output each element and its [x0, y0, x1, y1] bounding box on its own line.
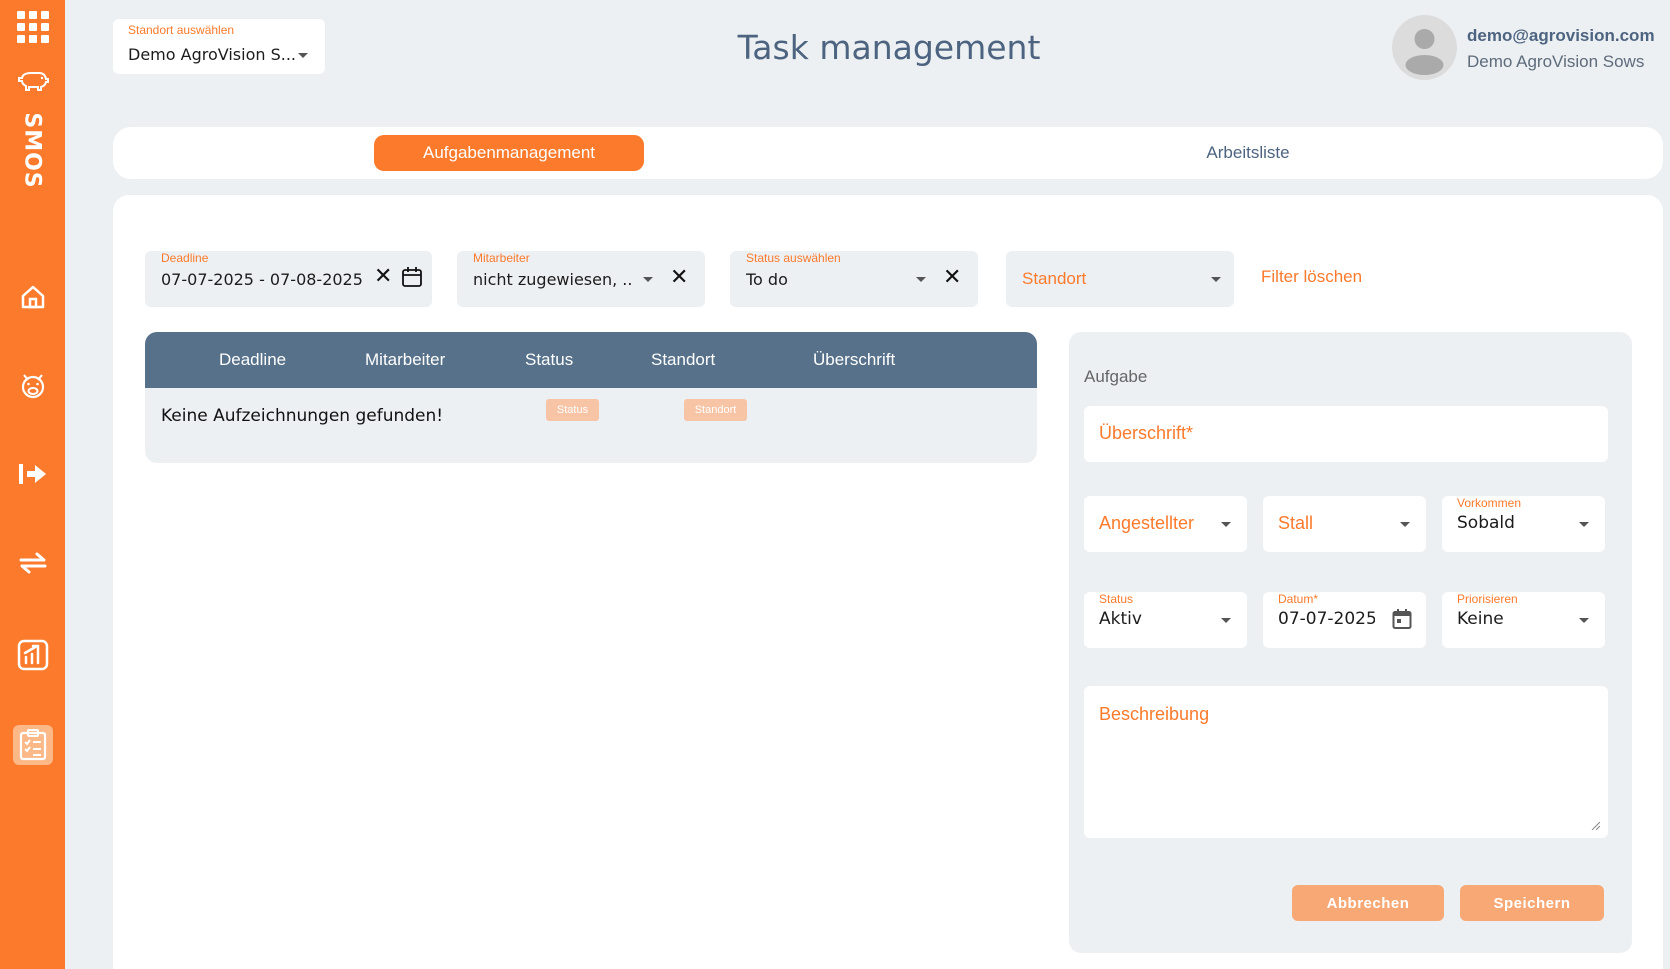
pig-icon[interactable]	[0, 66, 65, 96]
resize-handle-icon[interactable]	[1590, 820, 1600, 830]
clear-filters-link[interactable]: Filter löschen	[1261, 267, 1362, 287]
column-header-status[interactable]: Status	[525, 350, 573, 370]
column-header-location[interactable]: Standort	[651, 350, 715, 370]
analytics-chart-icon[interactable]	[0, 638, 65, 672]
avatar[interactable]	[1392, 15, 1457, 80]
chevron-down-icon	[1221, 618, 1231, 623]
location-filter[interactable]: Standort	[1006, 251, 1234, 307]
occurrence-select[interactable]: Vorkommen Sobald	[1442, 496, 1605, 552]
tab-arbeitsliste[interactable]: Arbeitsliste	[1118, 135, 1378, 171]
calendar-icon[interactable]	[1392, 609, 1412, 633]
chevron-down-icon	[1579, 522, 1589, 527]
tab-bar: Aufgabenmanagement Arbeitsliste	[113, 127, 1663, 179]
exit-arrow-icon[interactable]	[0, 459, 65, 489]
priority-select-label: Priorisieren	[1457, 592, 1518, 606]
priority-select[interactable]: Priorisieren Keine	[1442, 592, 1605, 648]
chevron-down-icon	[916, 277, 926, 282]
clear-status-icon[interactable]: ✕	[943, 267, 961, 289]
home-icon[interactable]	[0, 282, 65, 312]
deadline-filter[interactable]: Deadline 07-07-2025 - 07-08-2025 ✕	[145, 251, 432, 307]
barn-select[interactable]: Stall	[1263, 496, 1426, 552]
transfer-arrows-icon[interactable]	[0, 548, 65, 578]
sidebar: SMOS	[0, 0, 65, 969]
employee-filter-value: nicht zugewiesen, ...	[473, 270, 633, 289]
task-table: Deadline Mitarbeiter Status Standort Übe…	[145, 332, 1037, 463]
status-filter[interactable]: Status auswählen To do ✕	[730, 251, 978, 307]
status-filter-label: Status auswählen	[746, 251, 841, 265]
brand-logo: SMOS	[20, 111, 46, 189]
deadline-filter-value: 07-07-2025 - 07-08-2025	[161, 270, 363, 289]
chevron-down-icon	[1221, 522, 1231, 527]
description-textarea[interactable]: Beschreibung	[1084, 686, 1608, 838]
date-input-value: 07-07-2025	[1278, 609, 1375, 629]
status-filter-value: To do	[746, 270, 788, 289]
description-placeholder: Beschreibung	[1099, 704, 1210, 724]
employee-filter[interactable]: Mitarbeiter nicht zugewiesen, ... ✕	[457, 251, 705, 307]
cancel-button[interactable]: Abbrechen	[1292, 885, 1444, 921]
chevron-down-icon	[1400, 522, 1410, 527]
chevron-down-icon	[1211, 277, 1221, 282]
date-input[interactable]: Datum* 07-07-2025	[1263, 592, 1426, 648]
date-input-label: Datum*	[1278, 592, 1319, 606]
status-badge: Status	[546, 399, 599, 421]
column-header-deadline[interactable]: Deadline	[219, 350, 286, 370]
employee-select-placeholder: Angestellter	[1099, 513, 1195, 533]
headline-placeholder: Überschrift*	[1099, 423, 1194, 443]
save-button[interactable]: Speichern	[1460, 885, 1604, 921]
column-header-employee[interactable]: Mitarbeiter	[365, 350, 445, 370]
empty-table-message: Keine Aufzeichnungen gefunden!	[161, 406, 444, 426]
deadline-filter-label: Deadline	[161, 251, 209, 265]
chevron-down-icon	[1579, 618, 1589, 623]
user-silhouette-icon	[1405, 29, 1444, 75]
task-form-title: Aufgabe	[1084, 367, 1148, 386]
location-badge: Standort	[684, 399, 747, 421]
status-select[interactable]: Status Aktiv	[1084, 592, 1247, 648]
status-select-label: Status	[1099, 592, 1134, 606]
occurrence-select-value: Sobald	[1457, 513, 1515, 533]
user-farm: Demo AgroVision Sows	[1467, 52, 1645, 71]
user-email: demo@agrovision.com	[1467, 26, 1655, 45]
task-form-panel: Aufgabe Überschrift* Angestellter Stall …	[1069, 332, 1632, 953]
location-filter-placeholder: Standort	[1022, 269, 1087, 288]
chevron-down-icon	[643, 277, 653, 282]
priority-select-value: Keine	[1457, 609, 1504, 629]
clear-deadline-icon[interactable]: ✕	[374, 266, 392, 288]
occurrence-select-label: Vorkommen	[1457, 496, 1522, 510]
clear-employee-icon[interactable]: ✕	[670, 267, 688, 289]
clipboard-tasks-icon[interactable]	[0, 723, 65, 767]
main-card: Deadline 07-07-2025 - 07-08-2025 ✕ Mitar…	[113, 195, 1663, 969]
status-select-value: Aktiv	[1099, 609, 1142, 629]
barn-select-placeholder: Stall	[1278, 513, 1314, 533]
sow-face-icon[interactable]	[0, 370, 65, 400]
calendar-icon[interactable]	[401, 266, 423, 292]
headline-input[interactable]: Überschrift*	[1084, 406, 1608, 462]
employee-select[interactable]: Angestellter	[1084, 496, 1247, 552]
table-header: Deadline Mitarbeiter Status Standort Übe…	[145, 332, 1037, 388]
column-header-headline[interactable]: Überschrift	[813, 350, 895, 370]
tab-aufgabenmanagement[interactable]: Aufgabenmanagement	[374, 135, 644, 171]
employee-filter-label: Mitarbeiter	[473, 251, 530, 265]
